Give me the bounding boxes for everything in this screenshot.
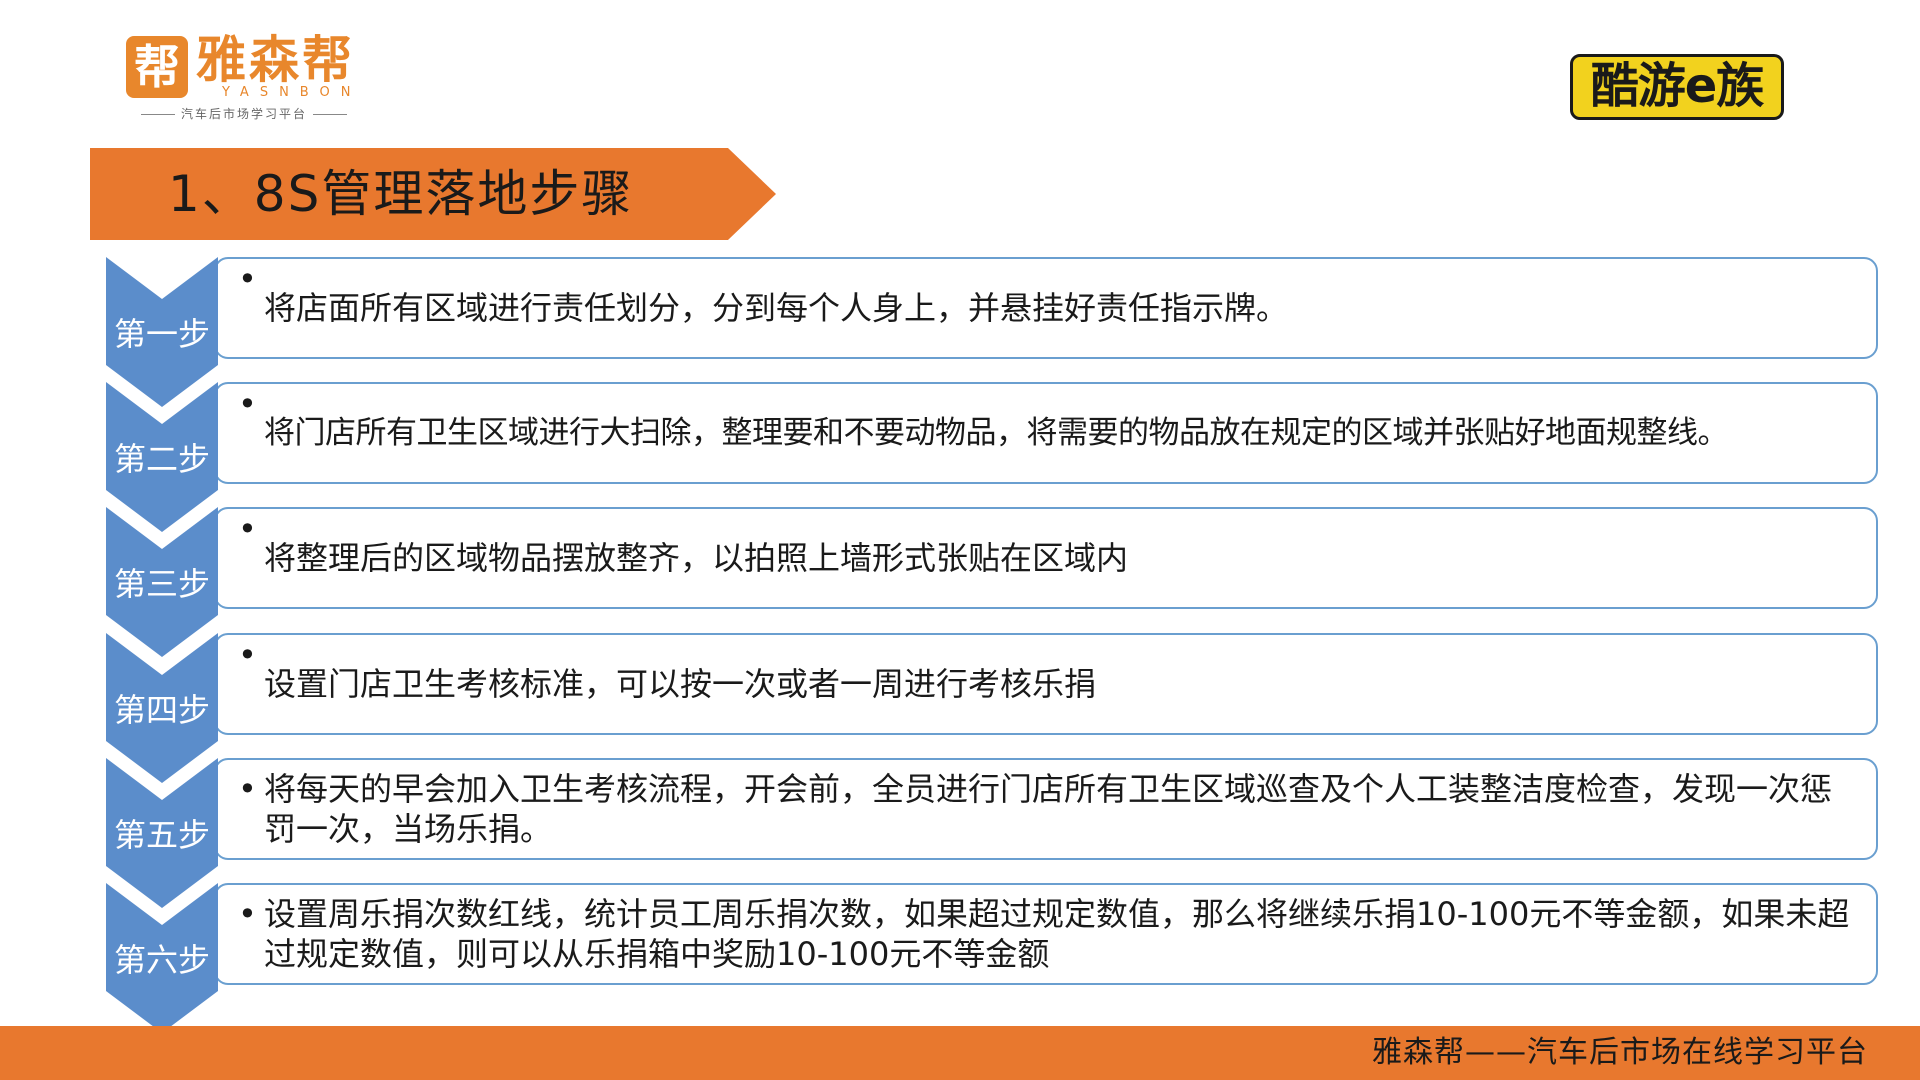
footer-text: 雅森帮——汽车后市场在线学习平台 <box>1372 1035 1868 1070</box>
logo-name: 雅森帮 <box>196 31 355 89</box>
step-body: 设置周乐捐次数红线，统计员工周乐捐次数，如果超过规定数值，那么将继续乐捐10-1… <box>264 895 1850 973</box>
bullet-icon: • <box>238 770 257 808</box>
step-body: 将每天的早会加入卫生考核流程，开会前，全员进行门店所有卫生区域巡查及个人工装整洁… <box>264 770 1833 848</box>
page-title: 1、8S管理落地步骤 <box>168 165 634 223</box>
title-ribbon: 1、8S管理落地步骤 <box>90 148 776 240</box>
kuyou-logo: 酷游e族 <box>1570 54 1784 120</box>
logo-latin: YASNBON <box>222 85 362 100</box>
step-box-6: • 设置周乐捐次数红线，统计员工周乐捐次数，如果超过规定数值，那么将继续乐捐10… <box>214 883 1878 985</box>
step-text-4: • 设置门店卫生考核标准，可以按一次或者一周进行考核乐捐 <box>238 635 1862 733</box>
yasenbang-logo: 帮 雅森帮 YASNBON 汽车后市场学习平台 <box>126 30 366 126</box>
step-body: 将门店所有卫生区域进行大扫除，整理要和不要动物品，将需要的物品放在规定的区域并张… <box>264 415 1729 451</box>
footer-bar: 雅森帮——汽车后市场在线学习平台 <box>0 1026 1920 1080</box>
step-body: 将店面所有区域进行责任划分，分到每个人身上，并悬挂好责任指示牌。 <box>264 289 1289 327</box>
bullet-icon: • <box>238 385 257 423</box>
step-text-2: • 将门店所有卫生区域进行大扫除，整理要和不要动物品，将需要的物品放在规定的区域… <box>238 384 1862 482</box>
step-box-2: • 将门店所有卫生区域进行大扫除，整理要和不要动物品，将需要的物品放在规定的区域… <box>214 382 1878 484</box>
step-label-6: 第六步 <box>113 941 210 979</box>
step-label-1: 第一步 <box>113 315 210 353</box>
bullet-icon: • <box>238 510 257 548</box>
bullet-icon: • <box>238 636 257 674</box>
step-label-4: 第四步 <box>113 691 210 729</box>
logo-mark-icon: 帮 <box>126 36 188 98</box>
bullet-icon: • <box>238 260 257 298</box>
kuyou-logo-text: 酷游e族 <box>1590 58 1765 114</box>
step-box-5: • 将每天的早会加入卫生考核流程，开会前，全员进行门店所有卫生区域巡查及个人工装… <box>214 758 1878 860</box>
step-body: 将整理后的区域物品摆放整齐，以拍照上墙形式张贴在区域内 <box>264 539 1129 577</box>
step-box-4: • 设置门店卫生考核标准，可以按一次或者一周进行考核乐捐 <box>214 633 1878 735</box>
step-label-3: 第三步 <box>113 565 210 603</box>
step-label-2: 第二步 <box>113 440 210 478</box>
step-label-5: 第五步 <box>113 816 210 854</box>
step-box-1: • 将店面所有区域进行责任划分，分到每个人身上，并悬挂好责任指示牌。 <box>214 257 1878 359</box>
step-body: 设置门店卫生考核标准，可以按一次或者一周进行考核乐捐 <box>264 665 1097 703</box>
step-box-3: • 将整理后的区域物品摆放整齐，以拍照上墙形式张贴在区域内 <box>214 507 1878 609</box>
step-text-6: • 设置周乐捐次数红线，统计员工周乐捐次数，如果超过规定数值，那么将继续乐捐10… <box>238 885 1862 983</box>
step-text-1: • 将店面所有区域进行责任划分，分到每个人身上，并悬挂好责任指示牌。 <box>238 259 1862 357</box>
bullet-icon: • <box>238 895 257 933</box>
step-text-3: • 将整理后的区域物品摆放整齐，以拍照上墙形式张贴在区域内 <box>238 509 1862 607</box>
logo-tagline: 汽车后市场学习平台 <box>126 106 362 122</box>
step-text-5: • 将每天的早会加入卫生考核流程，开会前，全员进行门店所有卫生区域巡查及个人工装… <box>238 760 1862 858</box>
